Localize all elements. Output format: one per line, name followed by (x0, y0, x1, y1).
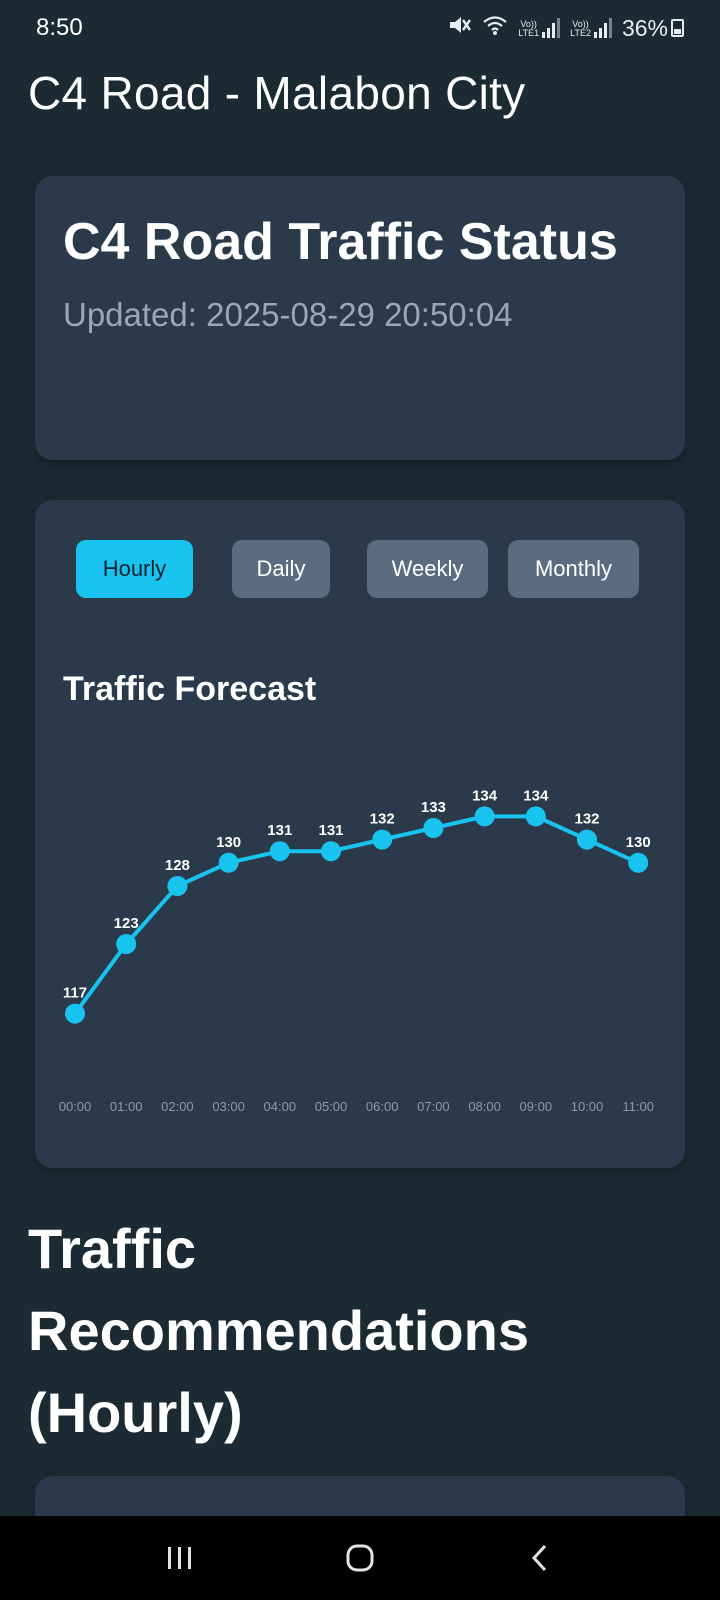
navigation-bar (0, 1516, 720, 1600)
data-point[interactable] (423, 818, 444, 838)
data-label: 117 (63, 985, 87, 1002)
sim2-indicator: Vo)) LTE2 (570, 18, 612, 38)
data-point[interactable] (372, 829, 393, 850)
data-point[interactable] (628, 852, 649, 873)
data-point[interactable] (321, 841, 341, 862)
x-tick-label: 05:00 (315, 1099, 348, 1114)
home-icon[interactable] (330, 1528, 390, 1588)
x-tick-label: 04:00 (264, 1099, 297, 1114)
forecast-card: Hourly Daily Weekly Monthly Traffic Fore… (35, 500, 685, 1168)
x-tick-label: 01:00 (110, 1099, 143, 1114)
data-point[interactable] (167, 876, 188, 896)
x-tick-label: 02:00 (161, 1099, 194, 1114)
data-label: 131 (267, 822, 292, 839)
data-point[interactable] (218, 852, 239, 873)
battery-indicator: 36% (622, 15, 684, 42)
data-point[interactable] (116, 934, 137, 954)
data-point[interactable] (577, 829, 597, 850)
battery-text: 36% (621, 14, 668, 41)
recommendations-title: Traffic Recommendations (Hourly) (28, 1217, 529, 1444)
status-time: 8:50 (36, 14, 83, 41)
data-label: 134 (472, 787, 498, 804)
data-label: 133 (421, 799, 446, 816)
status-card-title: C4 Road Traffic Status (63, 213, 618, 271)
x-tick-label: 11:00 (622, 1099, 654, 1114)
sim2-label: LTE2 (570, 28, 591, 38)
status-icons: Vo)) LTE1 Vo)) LTE2 36% (448, 14, 684, 42)
x-tick-label: 09:00 (520, 1099, 553, 1114)
data-label: 132 (574, 811, 599, 828)
x-tick-label: 00:00 (59, 1099, 92, 1114)
recents-icon[interactable] (150, 1528, 210, 1588)
traffic-forecast-chart: 117 123 128 130 131 131 132 133 134 134 132 130 00:0… (59, 787, 654, 1114)
x-tick-label: 06:00 (366, 1099, 399, 1114)
updated-timestamp: Updated: 2025-08-29 20:50:04 (63, 296, 513, 333)
series-line (73, 814, 640, 1015)
signal-icon (542, 18, 561, 38)
screen: 8:50 Vo)) LTE1 Vo)) LTE2 36% C4 Road - M… (0, 0, 720, 1600)
data-point[interactable] (474, 806, 495, 827)
wifi-icon (482, 14, 508, 42)
back-icon[interactable] (510, 1528, 570, 1588)
data-label: 123 (114, 915, 139, 932)
battery-icon (671, 19, 684, 37)
x-tick-label: 10:00 (571, 1099, 604, 1114)
sim1-indicator: Vo)) LTE1 (518, 18, 561, 38)
signal-icon-2 (593, 18, 612, 38)
data-label: 131 (318, 822, 343, 839)
data-label: 128 (165, 857, 190, 874)
data-label: 130 (216, 834, 241, 851)
data-point[interactable] (525, 806, 546, 827)
mute-icon (448, 14, 472, 42)
data-label: 130 (626, 834, 651, 851)
data-label: 134 (523, 787, 549, 804)
traffic-status-card: C4 Road Traffic Status Updated: 2025-08-… (35, 176, 685, 460)
data-label: 132 (370, 811, 395, 828)
data-point[interactable] (65, 1003, 85, 1024)
x-tick-label: 08:00 (468, 1099, 501, 1114)
x-tick-label: 07:00 (417, 1099, 450, 1114)
status-bar: 8:50 Vo)) LTE1 Vo)) LTE2 36% (0, 0, 720, 56)
sim1-label: LTE1 (518, 28, 540, 38)
x-tick-label: 03:00 (212, 1099, 245, 1114)
data-point[interactable] (269, 841, 290, 862)
app-title: C4 Road - Malabon City (28, 67, 526, 119)
